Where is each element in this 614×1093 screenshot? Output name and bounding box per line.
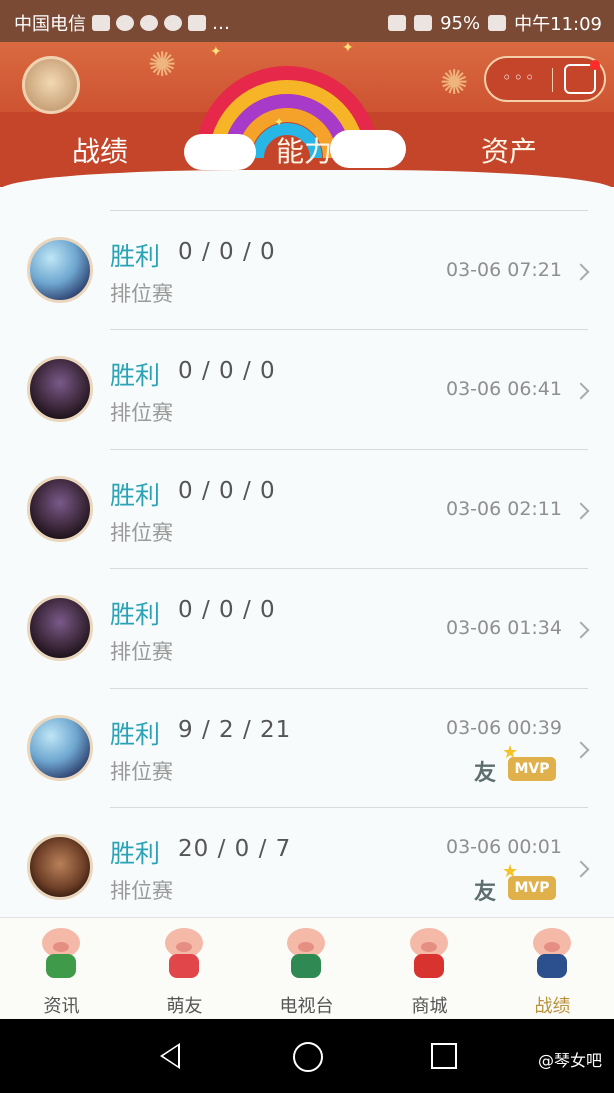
nav-news[interactable]: 资讯 bbox=[0, 918, 123, 1020]
vibrate-icon bbox=[388, 15, 407, 31]
match-time: 03-06 06:41 bbox=[445, 378, 562, 400]
chevron-right-icon bbox=[572, 621, 590, 639]
nav-shop[interactable]: 商城 bbox=[368, 918, 491, 1020]
friend-badge: 友 bbox=[474, 761, 497, 786]
shop-pig-icon bbox=[406, 928, 452, 980]
hero-avatar bbox=[27, 356, 93, 422]
match-time: 03-06 00:39 bbox=[445, 717, 562, 739]
friend-badge: 友 bbox=[474, 880, 497, 905]
match-row[interactable]: 胜利 0 / 0 / 0 排位赛 03-06 06:41 bbox=[0, 330, 614, 449]
match-mode: 排位赛 bbox=[110, 401, 173, 425]
hero-avatar bbox=[27, 834, 93, 900]
nav-tv[interactable]: 电视台 bbox=[245, 918, 368, 1020]
health-icon bbox=[92, 15, 110, 31]
back-icon[interactable] bbox=[160, 1043, 180, 1069]
hero-avatar bbox=[27, 595, 93, 661]
match-list: 胜利 0 / 0 / 0 排位赛 03-06 07:21 胜利 0 / 0 / … bbox=[0, 187, 614, 917]
app-icon bbox=[164, 15, 182, 31]
news-pig-icon bbox=[38, 928, 84, 980]
clock: 中午11:09 bbox=[514, 14, 602, 35]
nav-friends[interactable]: 萌友 bbox=[123, 918, 246, 1020]
match-mode: 排位赛 bbox=[110, 640, 173, 664]
bottom-nav: 资讯 萌友 电视台 商城 战绩 bbox=[0, 917, 614, 1020]
match-row[interactable]: 胜利 9 / 2 / 21 排位赛 03-06 00:39 友 MVP bbox=[0, 689, 614, 808]
match-mode: 排位赛 bbox=[110, 760, 173, 784]
hero-avatar bbox=[27, 476, 93, 542]
key-icon bbox=[140, 15, 158, 31]
tab-assets[interactable]: 资产 bbox=[481, 130, 537, 170]
match-kda: 0 / 0 / 0 bbox=[178, 358, 276, 384]
firework-icon: ✺ bbox=[440, 63, 469, 103]
match-mode: 排位赛 bbox=[110, 282, 173, 306]
match-result: 胜利 bbox=[110, 361, 161, 390]
carrier-label: 中国电信 bbox=[14, 14, 86, 35]
match-time: 03-06 02:11 bbox=[445, 498, 562, 520]
match-row[interactable]: 胜利 0 / 0 / 0 排位赛 03-06 07:21 bbox=[0, 211, 614, 330]
friends-pig-icon bbox=[161, 928, 207, 980]
firework-icon: ✺ bbox=[148, 45, 177, 85]
svg-text:✦: ✦ bbox=[210, 44, 222, 60]
match-result: 胜利 bbox=[110, 600, 161, 629]
menu-capsule: ◦◦◦ bbox=[484, 56, 606, 102]
match-row[interactable]: 胜利 20 / 0 / 7 排位赛 03-06 00:01 友 MVP bbox=[0, 808, 614, 927]
nav-records[interactable]: 战绩 bbox=[491, 918, 614, 1020]
hero-avatar bbox=[27, 715, 93, 781]
watermark: @琴女吧 bbox=[537, 1051, 602, 1070]
chevron-right-icon bbox=[572, 263, 590, 281]
match-mode: 排位赛 bbox=[110, 521, 173, 545]
tv-pig-icon bbox=[283, 928, 329, 980]
match-kda: 9 / 2 / 21 bbox=[178, 717, 292, 743]
match-result: 胜利 bbox=[110, 481, 161, 510]
user-avatar[interactable] bbox=[22, 56, 80, 114]
svg-text:✦: ✦ bbox=[274, 115, 284, 129]
match-kda: 0 / 0 / 0 bbox=[178, 239, 276, 265]
nav-label: 资讯 bbox=[43, 996, 80, 1017]
match-time: 03-06 07:21 bbox=[445, 259, 562, 281]
match-result: 胜利 bbox=[110, 720, 161, 749]
battery-percent: 95% bbox=[440, 12, 481, 34]
chevron-right-icon bbox=[572, 382, 590, 400]
home-icon[interactable] bbox=[293, 1042, 323, 1072]
tab-records[interactable]: 战绩 bbox=[72, 130, 128, 170]
message-icon[interactable] bbox=[564, 60, 600, 94]
match-mode: 排位赛 bbox=[110, 879, 173, 903]
nav-label: 萌友 bbox=[166, 996, 203, 1017]
nav-label: 电视台 bbox=[279, 996, 334, 1017]
match-kda: 0 / 0 / 0 bbox=[178, 597, 276, 623]
match-kda: 20 / 0 / 7 bbox=[178, 836, 292, 862]
chevron-right-icon bbox=[572, 741, 590, 759]
recents-icon[interactable] bbox=[431, 1043, 457, 1069]
records-pig-icon bbox=[529, 928, 575, 980]
tab-ability[interactable]: 能力 bbox=[276, 130, 332, 170]
chevron-right-icon bbox=[572, 502, 590, 520]
mvp-badge: MVP bbox=[502, 860, 556, 900]
system-nav-bar bbox=[0, 1019, 614, 1093]
signal-icon bbox=[414, 15, 433, 31]
more-button[interactable]: ◦◦◦ bbox=[502, 68, 536, 87]
capsule-divider bbox=[552, 68, 553, 92]
match-row[interactable]: 胜利 0 / 0 / 0 排位赛 03-06 01:34 bbox=[0, 569, 614, 688]
svg-text:✦: ✦ bbox=[342, 42, 354, 56]
nav-label: 商城 bbox=[411, 996, 448, 1017]
match-kda: 0 / 0 / 0 bbox=[178, 478, 276, 504]
status-bar: 中国电信 … 95% 中午11:09 bbox=[0, 0, 614, 42]
nav-label: 战绩 bbox=[534, 996, 571, 1017]
mvp-badge: MVP bbox=[502, 741, 556, 781]
match-result: 胜利 bbox=[110, 242, 161, 271]
match-row[interactable]: 胜利 0 / 0 / 0 排位赛 03-06 02:11 bbox=[0, 450, 614, 569]
hero-avatar bbox=[27, 237, 93, 303]
match-time: 03-06 00:01 bbox=[445, 836, 562, 858]
book-icon bbox=[188, 15, 206, 31]
more-notifications-icon: … bbox=[212, 12, 230, 34]
battery-icon bbox=[488, 15, 507, 31]
wechat-icon bbox=[116, 15, 134, 31]
chevron-right-icon bbox=[572, 860, 590, 878]
header: ✺ ✺ ✦ ✦ ✦ ◦◦◦ 战绩 能力 资产 bbox=[0, 42, 614, 187]
match-time: 03-06 01:34 bbox=[445, 617, 562, 639]
match-result: 胜利 bbox=[110, 839, 161, 868]
